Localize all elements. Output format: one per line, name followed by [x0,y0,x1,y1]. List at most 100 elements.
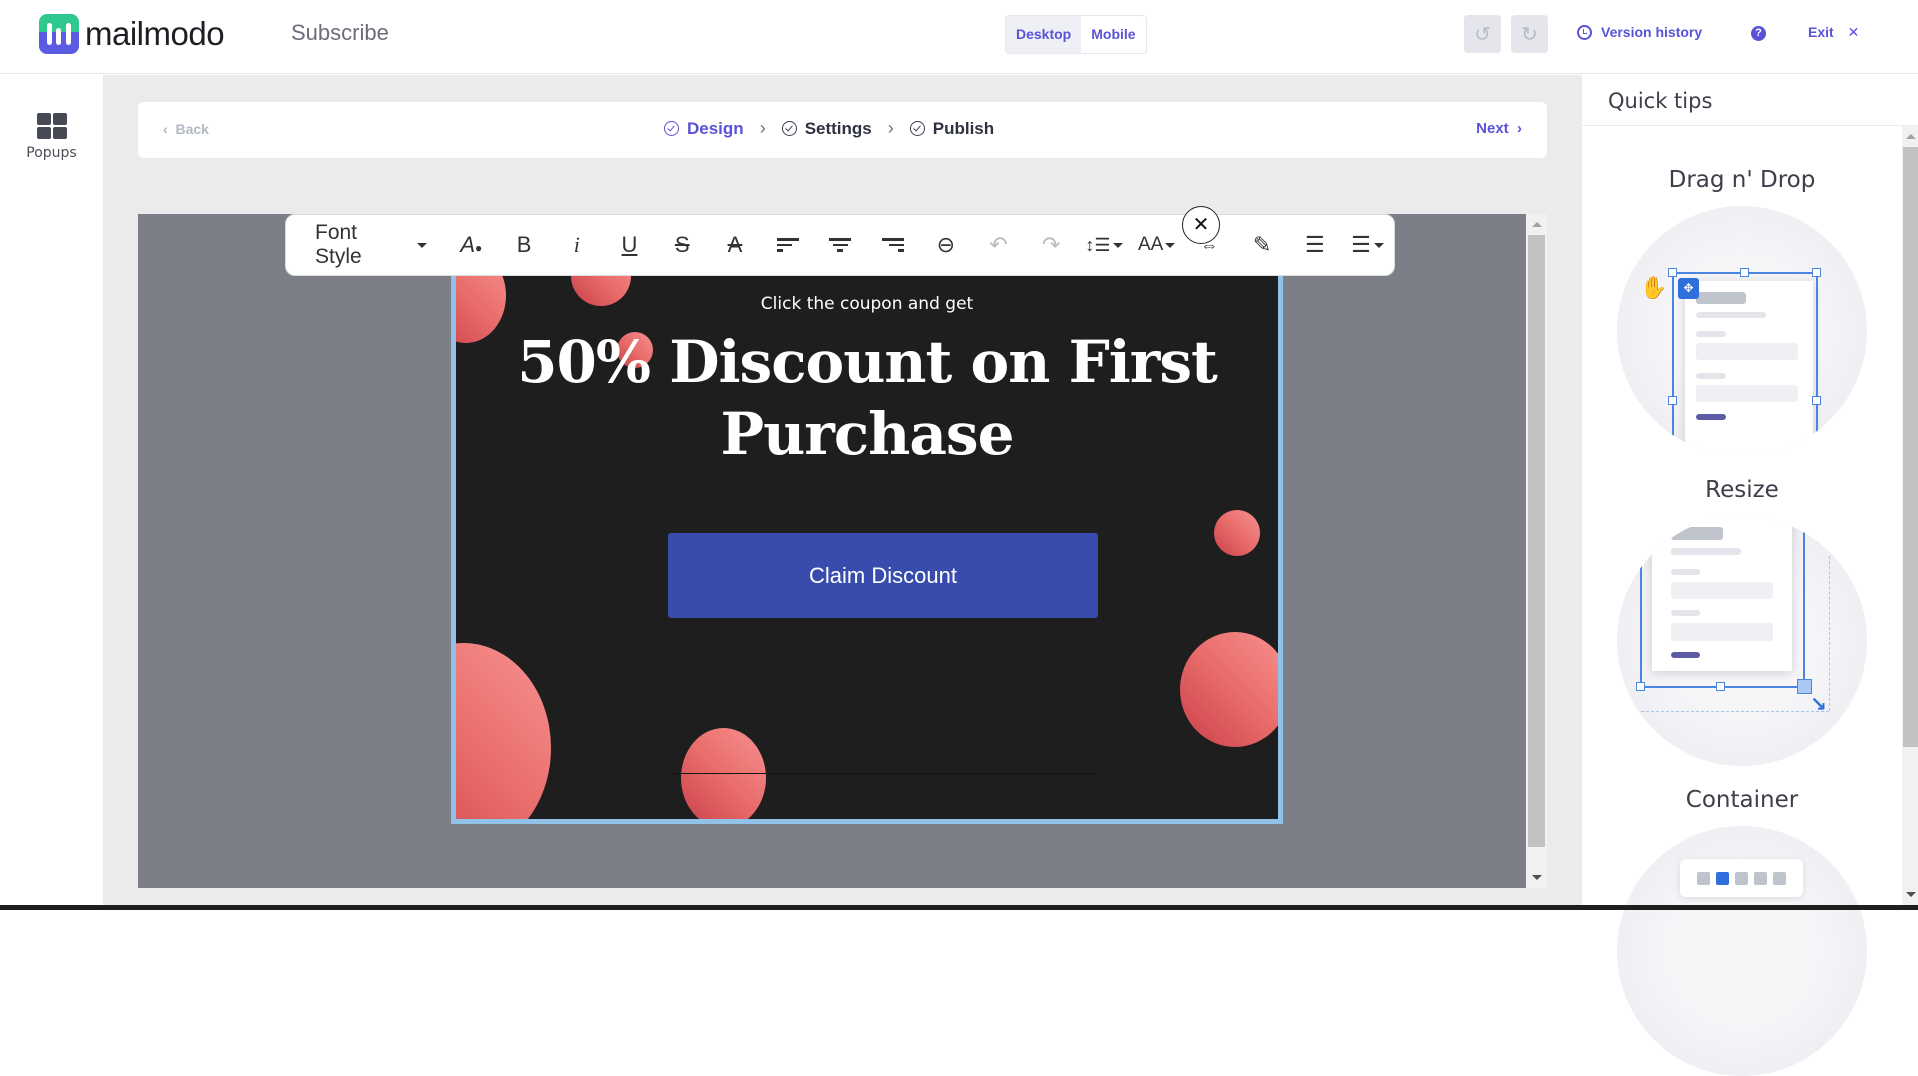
tip-title-container: Container [1685,787,1799,813]
exit-button[interactable]: Exit ✕ [1808,24,1859,41]
mailmodo-logo[interactable]: mailmodo [39,14,225,54]
resize-illustration: ↘ [1617,516,1867,766]
history-clock-icon [1577,24,1592,40]
redo-button[interactable]: ↻ [1511,15,1548,53]
clear-format-button[interactable]: A [709,225,762,265]
drag-drop-illustration: ✥ ✋ [1617,206,1867,456]
chevron-right-icon: › [1508,120,1522,137]
move-icon: ✥ [1678,278,1699,299]
text-color-button[interactable]: A● [445,225,498,265]
divider [1582,125,1918,126]
check-circle-icon [909,121,925,136]
undo-text-button[interactable]: ↶ [972,225,1025,265]
undo-icon: ↺ [1474,22,1491,46]
italic-icon: i [573,232,580,257]
step-settings[interactable]: Settings [781,118,872,139]
canvas-scrollbar[interactable] [1526,214,1547,888]
step-label: Settings [804,118,872,138]
line-height-button[interactable]: ↕☰ [1078,225,1131,265]
scroll-up-icon[interactable] [1906,134,1916,139]
tip-title-drag-drop: Drag n' Drop [1668,167,1816,193]
scroll-up-icon[interactable] [1532,222,1542,227]
link-icon: ⊖ [936,232,956,257]
italic-button[interactable]: i [550,225,603,265]
ordered-list-icon: ☰ [1304,232,1325,257]
align-left-icon [776,238,799,252]
check-circle-icon [664,121,679,136]
align-right-button[interactable] [867,225,920,265]
clear-format-icon: A [727,232,743,257]
hand-grab-icon: ✋ [1640,276,1668,301]
taskbar-strip [0,905,1918,910]
scrollbar-thumb[interactable] [1528,235,1545,847]
editor-canvas[interactable]: Click the coupon and get 50% Discount on… [138,214,1526,888]
logo-mark-icon [39,14,79,54]
redo-text-button[interactable]: ↷ [1025,225,1078,265]
decor-bubble [681,728,766,819]
check-circle-icon [781,121,797,136]
link-button[interactable]: ⊖ [919,225,972,265]
back-label: Back [175,121,209,137]
page-name[interactable]: Subscribe [291,20,389,46]
top-bar: mailmodo Subscribe Desktop Mobile ↺ ↻ Ve… [0,0,1918,74]
exit-label: Exit [1808,24,1834,40]
close-icon: ✕ [1192,212,1210,236]
unordered-list-button[interactable]: ☰ [1341,225,1394,265]
view-toggle: Desktop Mobile [1005,15,1147,54]
strikethrough-icon: S [674,232,690,257]
divider [668,773,1098,774]
popup-headline[interactable]: 50% Discount on First Purchase [456,326,1278,470]
step-design[interactable]: Design [664,119,744,139]
close-icon: ✕ [1847,24,1860,40]
desktop-view-button[interactable]: Desktop [1006,16,1082,53]
step-publish[interactable]: Publish [909,118,995,139]
bold-button[interactable]: B [498,225,551,265]
step-label: Publish [932,118,995,138]
font-size-button[interactable]: AA [1130,225,1183,265]
ordered-list-button[interactable]: ☰ [1288,225,1341,265]
align-center-button[interactable] [814,225,867,265]
tips-scrollbar[interactable] [1902,126,1918,905]
chevron-right-icon: › [887,118,894,138]
redo-icon: ↷ [1042,232,1061,257]
sidebar-item-label: Popups [26,145,77,161]
back-button[interactable]: ‹ Back [163,121,209,137]
align-center-icon [829,238,852,252]
text-format-toolbar: Font Style A● B i U S A ⊖ ↶ ↷ ↕☰ AA ⇔ ✎ … [285,214,1395,276]
undo-button[interactable]: ↺ [1464,15,1501,53]
underline-icon: U [621,232,638,257]
resize-arrow-icon: ↘ [1810,692,1827,716]
next-button[interactable]: Next › [1476,120,1522,137]
font-style-label: Font Style [315,221,362,268]
scroll-down-icon[interactable] [1532,875,1542,880]
chevron-right-icon: › [759,118,766,138]
caret-down-icon [1112,242,1123,248]
claim-discount-button[interactable]: Claim Discount [668,533,1098,618]
font-style-dropdown[interactable]: Font Style [315,221,427,269]
popup-preview[interactable]: Click the coupon and get 50% Discount on… [451,218,1283,824]
version-history-button[interactable]: Version history [1577,24,1702,40]
decor-bubble [456,643,551,819]
text-color-icon: A● [460,232,483,257]
help-icon[interactable]: ? [1751,26,1766,41]
scrollbar-thumb[interactable] [1903,147,1918,747]
unordered-list-icon: ☰ [1351,232,1371,257]
scroll-down-icon[interactable] [1906,892,1916,897]
carousel-dots [1680,859,1803,897]
underline-button[interactable]: U [603,225,656,265]
undo-icon: ↶ [989,232,1008,257]
strikethrough-button[interactable]: S [656,225,709,265]
next-label: Next [1476,120,1509,137]
align-left-button[interactable] [761,225,814,265]
decor-bubble [1180,632,1278,747]
caret-down-icon [1165,242,1176,248]
close-toolbar-button[interactable]: ✕ [1182,206,1220,244]
mobile-view-button[interactable]: Mobile [1081,16,1145,53]
quick-tips-panel: Quick tips Drag n' Drop ✥ ✋ Resize ↘ Con… [1581,75,1918,1076]
steps: Design › Settings › Publish [664,118,994,139]
highlight-button[interactable]: ✎ [1236,225,1289,265]
popup-subtitle[interactable]: Click the coupon and get [456,294,1278,314]
bold-icon: B [516,232,532,257]
align-right-icon [882,238,905,252]
sidebar-item-popups[interactable]: Popups [0,113,103,161]
